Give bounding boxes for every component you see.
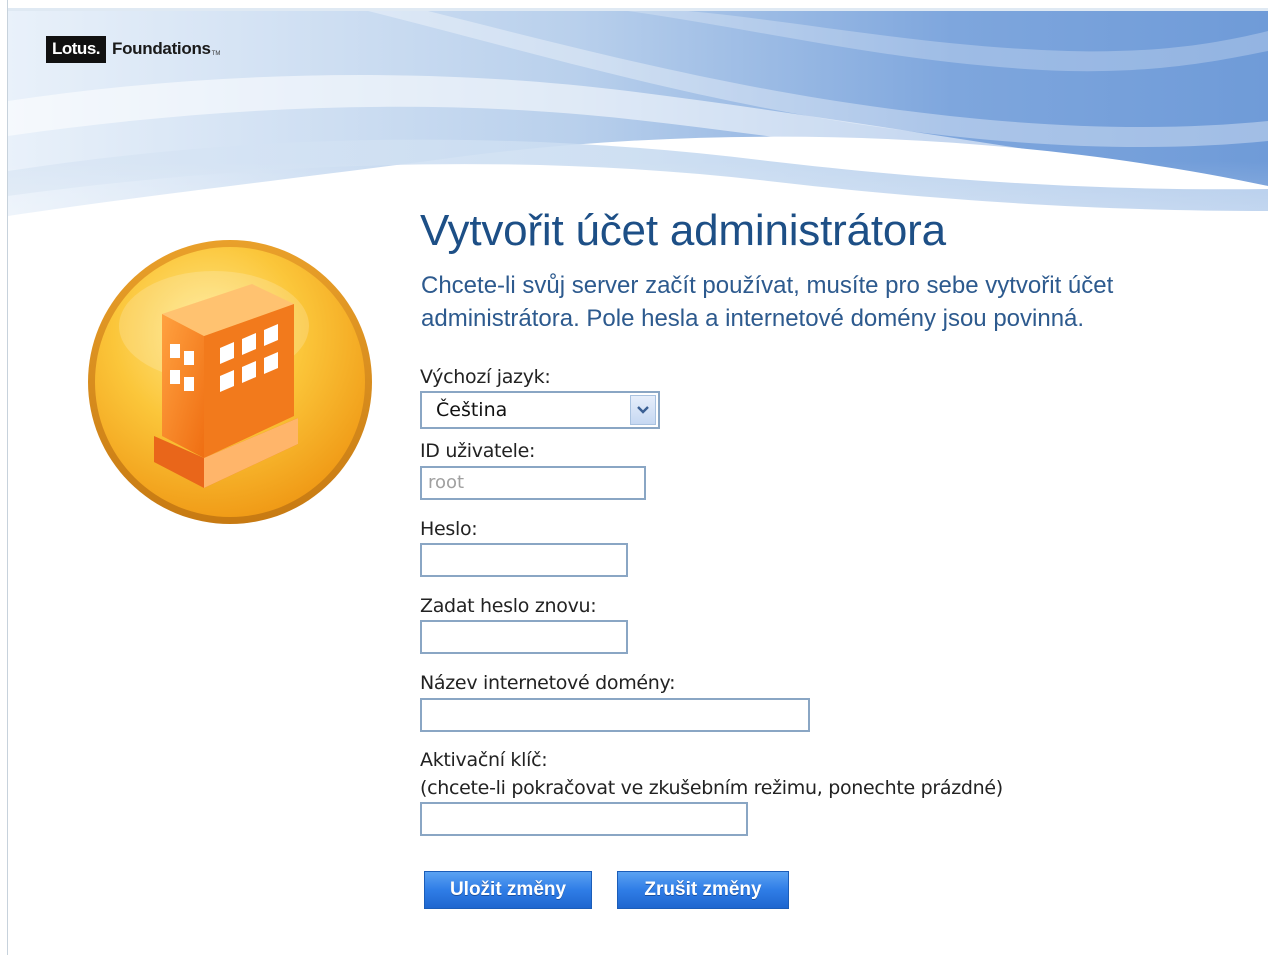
lotus-foundations-logo: Lotus. Foundations TM [46,35,220,63]
password-confirm-label: Zadat heslo znovu: [420,595,597,617]
user-id-field[interactable]: root [420,466,646,500]
cancel-button[interactable]: Zrušit změny [617,871,789,909]
user-id-label: ID uživatele: [420,440,536,462]
password-confirm-field[interactable] [420,620,628,654]
domain-field[interactable] [420,698,810,732]
page-title: Vytvořit účet administrátora [420,206,946,255]
language-selected-value: Čeština [436,399,508,421]
logo-trademark: TM [211,51,221,57]
building-icon [88,240,372,524]
password-field[interactable] [420,543,628,577]
activation-key-hint: (chcete-li pokračovat ve zkušebním režim… [420,777,1003,799]
save-button[interactable]: Uložit změny [424,871,592,909]
chevron-down-icon[interactable] [630,395,656,425]
activation-key-label: Aktivační klíč: [420,749,548,771]
admin-account-page: Lotus. Foundations TM Vytvořit účet admi… [0,0,1268,955]
language-label: Výchozí jazyk: [420,366,551,388]
logo-lotus-text: Lotus. [46,35,106,63]
page-subtitle: Chcete-li svůj server začít používat, mu… [421,272,1114,332]
password-label: Heslo: [420,518,478,540]
domain-label: Název internetové domény: [420,672,676,694]
logo-foundations-text: Foundations [112,39,211,58]
activation-key-field[interactable] [420,802,748,836]
language-select[interactable]: Čeština [420,391,660,429]
